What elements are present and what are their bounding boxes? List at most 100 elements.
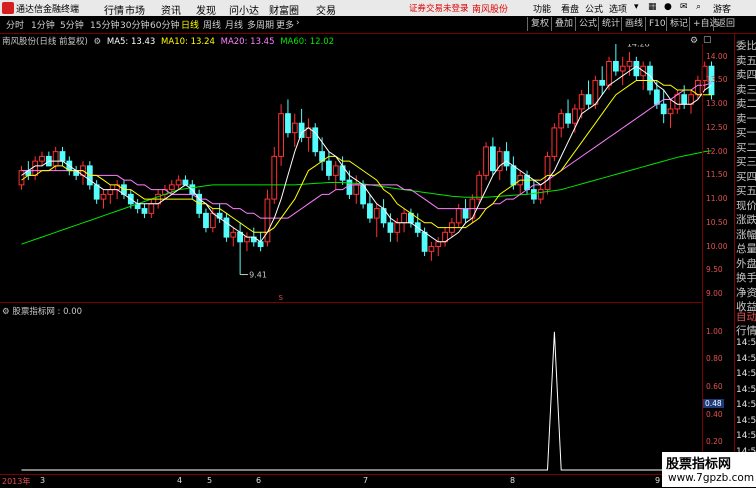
candle-body	[503, 151, 510, 167]
quote-label: 卖三	[736, 83, 756, 96]
indicator-chart[interactable]	[0, 304, 733, 474]
indicator-tick: 1.00	[706, 326, 723, 336]
tick-time: 14:56	[736, 431, 756, 441]
btn-draw[interactable]: 画线	[621, 17, 646, 31]
month-label: 4	[177, 476, 183, 485]
btn-back[interactable]: 返回	[713, 17, 738, 31]
menu-view[interactable]: 看盘	[561, 2, 579, 15]
menu-market-center[interactable]: 市场	[125, 2, 145, 17]
period-30min[interactable]: 30分钟	[120, 18, 149, 31]
price-tick: 13.50	[706, 75, 728, 85]
time-axis: 2013年 3 4 5 6 7 8 9	[0, 474, 756, 488]
search-icon[interactable]: ⌕	[696, 2, 701, 12]
menu-function[interactable]: 功能	[533, 2, 551, 15]
month-label: 8	[510, 476, 516, 485]
dropdown-icon[interactable]: ▾	[634, 2, 639, 12]
user-icon[interactable]: ●	[664, 2, 672, 12]
menu-ask[interactable]: 问小达	[229, 2, 259, 17]
price-tick: 12.50	[706, 122, 728, 132]
period-multi[interactable]: 多周期	[247, 18, 274, 31]
quote-label: 换手	[736, 272, 756, 284]
period-weekly[interactable]: 周线	[203, 18, 221, 31]
candlestick-chart[interactable]: 14.28 9.41 S	[0, 44, 733, 302]
month-label: 5	[207, 476, 213, 485]
month-label: 9	[655, 476, 661, 485]
quote-label: 卖一	[736, 112, 756, 125]
period-5min[interactable]: 5分钟	[60, 18, 84, 31]
candle-body	[537, 189, 544, 200]
btn-mark[interactable]: 标记	[666, 17, 691, 31]
quote-label: 涨跌	[736, 214, 756, 226]
candle-body	[257, 241, 264, 248]
auto-label[interactable]: 自动	[736, 309, 756, 324]
quote-label: 外盘	[736, 257, 756, 270]
signal-s-marker: S	[279, 294, 284, 302]
month-label: 6	[256, 476, 262, 485]
candle-body	[619, 65, 626, 72]
quote-label: 净资	[736, 286, 756, 299]
quote-label: 买一	[736, 127, 756, 139]
tick-list-title: 行情	[736, 325, 756, 337]
candle-body	[578, 94, 585, 110]
guest-label[interactable]: 游客	[713, 2, 731, 15]
period-monthly[interactable]: 月线	[225, 18, 243, 31]
period-1min[interactable]: 1分钟	[31, 18, 55, 31]
candle-body	[373, 208, 380, 219]
quote-label: 卖二	[736, 98, 756, 110]
btn-adjust[interactable]: 复权	[527, 17, 552, 31]
candle-body	[585, 94, 592, 105]
candle-body	[626, 60, 633, 67]
candle-body	[141, 208, 148, 214]
period-more[interactable]: 更多	[276, 18, 294, 31]
btn-overlay[interactable]: 叠加	[551, 17, 576, 31]
quote-label: 买三	[736, 156, 756, 168]
indicator-tick: 0.20	[706, 437, 723, 447]
menu-bar: 通达信金融终端 行情 市场 资讯 发现 问小达 财富圈 交易 证券交易未登录 南…	[0, 0, 756, 17]
candle-body	[435, 241, 442, 248]
watermark-title: 股票指标网	[666, 457, 732, 472]
high-price-label: 14.28	[627, 44, 650, 48]
menu-news[interactable]: 资讯	[161, 2, 181, 17]
menu-formula[interactable]: 公式	[585, 2, 603, 15]
candle-body	[558, 113, 565, 129]
period-more-icon[interactable]: ›	[296, 18, 300, 28]
candle-body	[107, 189, 114, 195]
candle-body	[387, 222, 394, 233]
period-daily[interactable]: 日线	[181, 18, 199, 31]
mail-icon[interactable]: ✉	[680, 2, 688, 12]
tick-time: 14:56	[736, 353, 756, 364]
quote-label: 卖五	[736, 54, 756, 67]
trade-login-alert[interactable]: 证券交易未登录	[409, 2, 469, 14]
btn-stats[interactable]: 统计	[598, 17, 623, 31]
low-price-label: 9.41	[249, 271, 267, 280]
candle-body	[223, 217, 230, 238]
menu-options[interactable]: 选项	[609, 2, 627, 15]
candle-body	[421, 231, 428, 252]
candle-body	[209, 212, 216, 229]
period-toolbar: 分时 1分钟 5分钟 15分钟 30分钟 60分钟 日线 周线 月线 多周期 更…	[0, 16, 756, 34]
price-tick: 13.00	[706, 99, 728, 109]
candle-body	[332, 165, 339, 176]
ma60-line	[21, 150, 712, 245]
candle-body	[32, 160, 39, 176]
candle-body	[353, 184, 360, 195]
menu-market[interactable]: 行情	[104, 2, 124, 17]
btn-formula[interactable]: 公式	[575, 17, 600, 31]
period-intraday[interactable]: 分时	[6, 18, 24, 31]
period-60min[interactable]: 60分钟	[150, 18, 179, 31]
candle-body	[298, 122, 305, 138]
grid-icon[interactable]: ▦	[648, 2, 657, 12]
candle-body	[39, 155, 45, 162]
menu-discover[interactable]: 发现	[196, 2, 216, 17]
period-15min[interactable]: 15分钟	[90, 18, 119, 31]
app-title: 通达信金融终端	[16, 5, 80, 15]
ma10-line	[21, 80, 712, 233]
candle-body	[168, 184, 175, 191]
menu-wealth[interactable]: 财富圈	[269, 2, 299, 17]
candle-body	[544, 155, 551, 191]
candle-body	[18, 170, 25, 186]
candle-body	[660, 103, 667, 115]
menu-trade[interactable]: 交易	[316, 2, 336, 17]
candle-body	[551, 127, 558, 157]
price-tick: 10.50	[706, 217, 728, 227]
